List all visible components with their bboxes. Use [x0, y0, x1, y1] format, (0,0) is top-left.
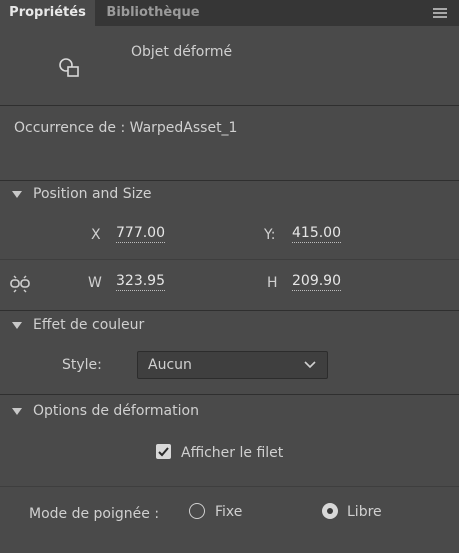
radio-fixed[interactable]	[189, 503, 205, 519]
h-value[interactable]: 209.90	[292, 273, 341, 291]
handle-mode-label: Mode de poignée :	[29, 506, 160, 522]
tab-library[interactable]: Bibliothèque	[97, 0, 209, 26]
radio-fixed-label[interactable]: Fixe	[215, 504, 242, 520]
y-value[interactable]: 415.00	[292, 225, 341, 243]
section-title-color-effect[interactable]: Effet de couleur	[33, 317, 144, 333]
divider	[0, 310, 459, 311]
panel-menu-icon[interactable]	[433, 8, 447, 18]
x-label: X	[91, 227, 101, 243]
radio-free-label[interactable]: Libre	[347, 504, 382, 520]
divider	[0, 486, 459, 487]
section-title-position-size[interactable]: Position and Size	[33, 186, 152, 202]
instance-name: WarpedAsset_1	[129, 120, 238, 136]
tab-properties[interactable]: Propriétés	[0, 0, 95, 26]
w-label: W	[88, 275, 102, 291]
section-collapse-icon[interactable]	[12, 191, 22, 198]
panel-tabbar: Propriétés Bibliothèque	[0, 0, 459, 26]
object-type-title: Objet déformé	[131, 44, 233, 60]
style-dropdown-value: Aucun	[148, 357, 192, 373]
show-mesh-checkbox[interactable]	[156, 444, 171, 459]
y-label: Y:	[264, 227, 276, 243]
divider	[0, 394, 459, 395]
divider	[0, 259, 459, 260]
h-label: H	[267, 275, 278, 291]
checkmark-icon	[158, 447, 169, 457]
divider	[0, 180, 459, 181]
section-collapse-icon[interactable]	[12, 322, 22, 329]
warped-object-icon	[59, 58, 79, 77]
section-collapse-icon[interactable]	[12, 408, 22, 415]
radio-free[interactable]	[322, 503, 338, 519]
divider	[0, 105, 459, 106]
instance-label: Occurrence de :	[14, 120, 126, 136]
radio-selected-dot	[327, 508, 333, 514]
chevron-down-icon	[304, 361, 316, 369]
instance-of-label: Occurrence de : WarpedAsset_1	[14, 120, 237, 136]
style-label: Style:	[62, 357, 102, 373]
style-dropdown[interactable]: Aucun	[137, 351, 328, 379]
link-constraint-icon[interactable]	[9, 274, 31, 294]
w-value[interactable]: 323.95	[116, 273, 165, 291]
section-title-warp-options[interactable]: Options de déformation	[33, 403, 199, 419]
show-mesh-label[interactable]: Afficher le filet	[181, 445, 283, 461]
x-value[interactable]: 777.00	[116, 225, 165, 243]
